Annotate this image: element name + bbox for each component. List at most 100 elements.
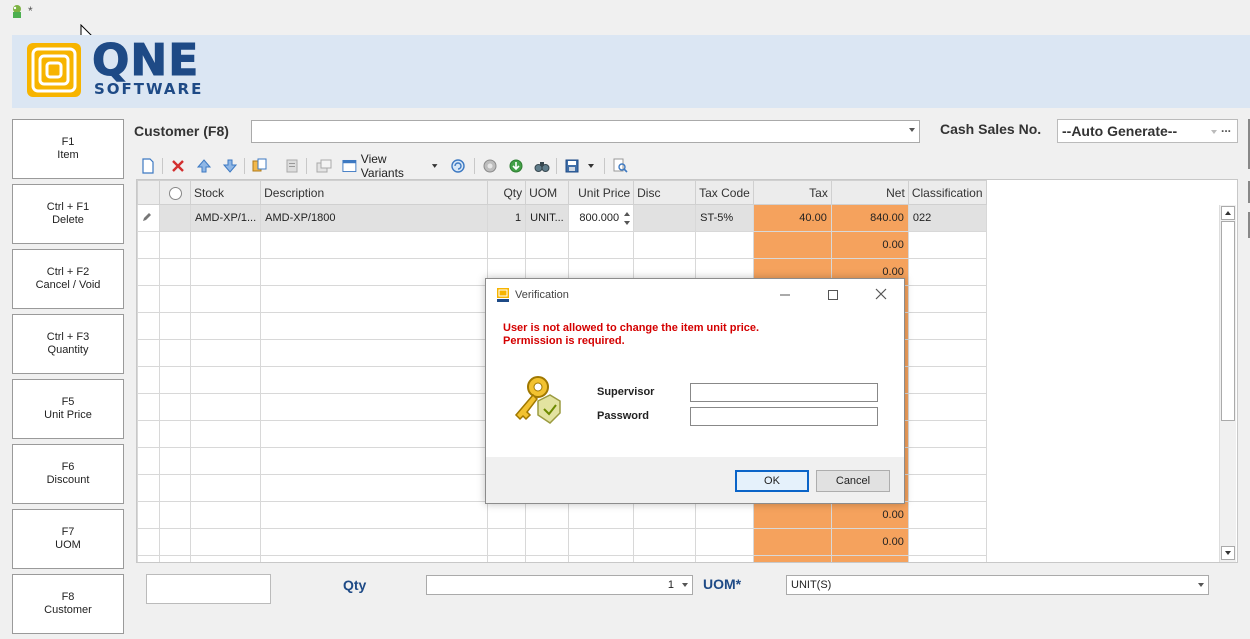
- cell-classification[interactable]: [907, 312, 987, 340]
- chevron-down-icon[interactable]: [1198, 583, 1204, 587]
- chevron-down-icon[interactable]: [1211, 130, 1217, 134]
- close-button[interactable]: [870, 285, 892, 305]
- cell-uom[interactable]: [525, 555, 570, 562]
- cell-unit-price[interactable]: 800.000: [568, 204, 635, 232]
- spin-up-icon[interactable]: [624, 212, 631, 216]
- table-row[interactable]: [137, 555, 987, 562]
- save-button[interactable]: [562, 156, 598, 176]
- scroll-down-button[interactable]: [1221, 546, 1235, 560]
- cell-description[interactable]: [260, 285, 489, 313]
- row-select-cell[interactable]: [159, 339, 191, 367]
- column-header-unit-price[interactable]: Unit Price: [568, 180, 635, 205]
- cell-stock[interactable]: [189, 231, 262, 259]
- cell-tax-code[interactable]: ST-5%: [695, 204, 754, 232]
- cell-stock[interactable]: [189, 474, 262, 502]
- cell-description[interactable]: [260, 501, 489, 529]
- cell-net[interactable]: 840.00: [830, 204, 909, 232]
- column-header-disc[interactable]: Disc: [633, 180, 697, 205]
- cell-qty[interactable]: [487, 555, 527, 562]
- row-select-cell[interactable]: [159, 231, 191, 259]
- fkey-discount-button[interactable]: F6 Discount: [12, 444, 124, 504]
- row-select-cell[interactable]: [159, 366, 191, 394]
- cell-stock[interactable]: [189, 285, 262, 313]
- table-row[interactable]: 0.00: [137, 501, 987, 529]
- cell-tax-code[interactable]: [695, 528, 754, 556]
- cell-net[interactable]: 0.00: [830, 501, 909, 529]
- new-row-button[interactable]: [138, 156, 158, 176]
- cell-stock[interactable]: [189, 393, 262, 421]
- cell-classification[interactable]: [907, 447, 987, 475]
- delete-row-button[interactable]: [168, 156, 188, 176]
- password-input[interactable]: [690, 407, 878, 426]
- cell-stock[interactable]: [189, 447, 262, 475]
- cell-stock[interactable]: [189, 420, 262, 448]
- cell-description[interactable]: [260, 555, 489, 562]
- cell-description[interactable]: [260, 528, 489, 556]
- cell-classification[interactable]: [907, 231, 987, 259]
- cell-disc[interactable]: [633, 501, 697, 529]
- cell-unit-price[interactable]: [568, 555, 635, 562]
- row-select-cell[interactable]: [159, 474, 191, 502]
- cell-stock[interactable]: [189, 312, 262, 340]
- row-select-cell[interactable]: [159, 204, 191, 232]
- caret-down-icon[interactable]: [587, 163, 595, 169]
- cell-description[interactable]: [260, 474, 489, 502]
- move-up-button[interactable]: [194, 156, 214, 176]
- cell-qty[interactable]: [487, 501, 527, 529]
- cell-description[interactable]: [260, 393, 489, 421]
- fkey-delete-button[interactable]: Ctrl + F1 Delete: [12, 184, 124, 244]
- preview-search-button[interactable]: [610, 156, 630, 176]
- scroll-thumb[interactable]: [1221, 221, 1235, 421]
- cell-classification[interactable]: [907, 501, 987, 529]
- cell-stock[interactable]: [189, 366, 262, 394]
- row-select-cell[interactable]: [159, 312, 191, 340]
- supervisor-input[interactable]: [690, 383, 878, 402]
- cell-description[interactable]: [260, 420, 489, 448]
- row-select-cell[interactable]: [159, 528, 191, 556]
- uom-combobox[interactable]: UNIT(S): [786, 575, 1209, 595]
- cell-uom[interactable]: [525, 231, 570, 259]
- cell-classification[interactable]: [907, 366, 987, 394]
- cell-unit-price[interactable]: [568, 231, 635, 259]
- green-down-button[interactable]: [506, 156, 526, 176]
- row-select-cell[interactable]: [159, 285, 191, 313]
- cell-tax-code[interactable]: [695, 231, 754, 259]
- cell-classification[interactable]: [907, 555, 987, 562]
- cell-stock[interactable]: [189, 555, 262, 562]
- ok-button[interactable]: OK: [735, 470, 809, 492]
- cell-classification[interactable]: [907, 420, 987, 448]
- column-header-uom[interactable]: UOM: [525, 180, 570, 205]
- cell-disc[interactable]: [633, 231, 697, 259]
- column-header-description[interactable]: Description: [260, 180, 489, 205]
- cell-qty[interactable]: [487, 528, 527, 556]
- cell-tax[interactable]: [752, 501, 832, 529]
- cell-unit-price[interactable]: [568, 528, 635, 556]
- row-select-cell[interactable]: [159, 555, 191, 562]
- refresh-button[interactable]: [448, 156, 468, 176]
- move-down-button[interactable]: [220, 156, 240, 176]
- dialog-title-bar[interactable]: Verification: [486, 279, 904, 311]
- fkey-quantity-button[interactable]: Ctrl + F3 Quantity: [12, 314, 124, 374]
- table-row[interactable]: 0.00: [137, 528, 987, 556]
- cell-stock[interactable]: [189, 501, 262, 529]
- chevron-down-icon[interactable]: [909, 128, 915, 132]
- ellipsis-button[interactable]: ...: [1221, 121, 1231, 135]
- cell-classification[interactable]: [907, 528, 987, 556]
- cancel-button[interactable]: Cancel: [816, 470, 890, 492]
- cell-stock[interactable]: [189, 258, 262, 286]
- cell-classification[interactable]: [907, 474, 987, 502]
- row-select-cell[interactable]: [159, 420, 191, 448]
- cell-net[interactable]: 0.00: [830, 528, 909, 556]
- cell-tax[interactable]: [752, 231, 832, 259]
- cell-description[interactable]: AMD-XP/1800: [260, 204, 489, 232]
- qty-combobox[interactable]: 1: [426, 575, 693, 595]
- cell-net[interactable]: [830, 555, 909, 562]
- maximize-button[interactable]: [822, 285, 844, 305]
- chevron-down-icon[interactable]: [682, 583, 688, 587]
- cell-tax-code[interactable]: [695, 501, 754, 529]
- cell-net[interactable]: 0.00: [830, 231, 909, 259]
- fkey-cancel-void-button[interactable]: Ctrl + F2 Cancel / Void: [12, 249, 124, 309]
- cell-classification[interactable]: [907, 285, 987, 313]
- cell-uom[interactable]: [525, 501, 570, 529]
- select-all-radio[interactable]: [159, 180, 191, 205]
